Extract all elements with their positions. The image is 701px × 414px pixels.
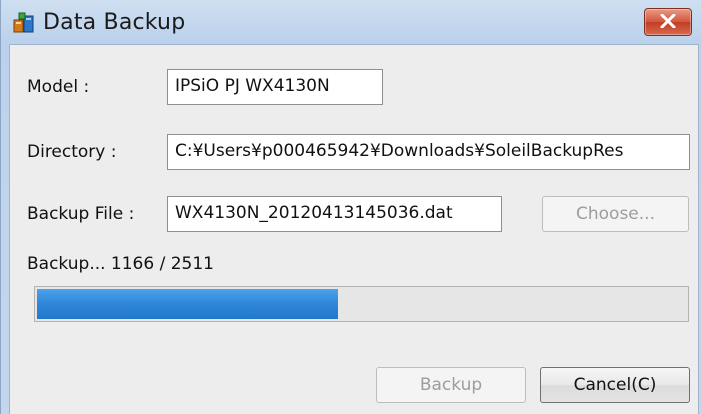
backup-file-label: Backup File : (27, 204, 135, 224)
backup-button[interactable]: Backup (376, 367, 526, 403)
close-icon (660, 14, 676, 28)
close-button[interactable] (644, 8, 692, 36)
progress-status-text: Backup... 1166 / 2511 (27, 254, 214, 274)
data-backup-app-icon (13, 12, 35, 34)
title-bar[interactable]: Data Backup (1, 0, 701, 44)
progress-bar-fill (37, 289, 338, 319)
window-title: Data Backup (43, 10, 186, 35)
model-label: Model : (27, 77, 90, 97)
directory-field: C:¥Users¥p000465942¥Downloads¥SoleilBack… (167, 134, 690, 170)
backup-file-field[interactable]: WX4130N_20120413145036.dat (167, 196, 502, 232)
dialog-body: Model : IPSiO PJ WX4130N Directory : C:¥… (9, 44, 699, 414)
choose-button[interactable]: Choose... (542, 196, 689, 232)
cancel-button[interactable]: Cancel(C) (540, 367, 690, 403)
backup-progress-bar (34, 286, 689, 322)
dialog-window: Data Backup Model : IPSiO PJ WX4130N Dir… (0, 0, 701, 414)
directory-label: Directory : (27, 142, 117, 162)
model-field: IPSiO PJ WX4130N (167, 69, 383, 105)
